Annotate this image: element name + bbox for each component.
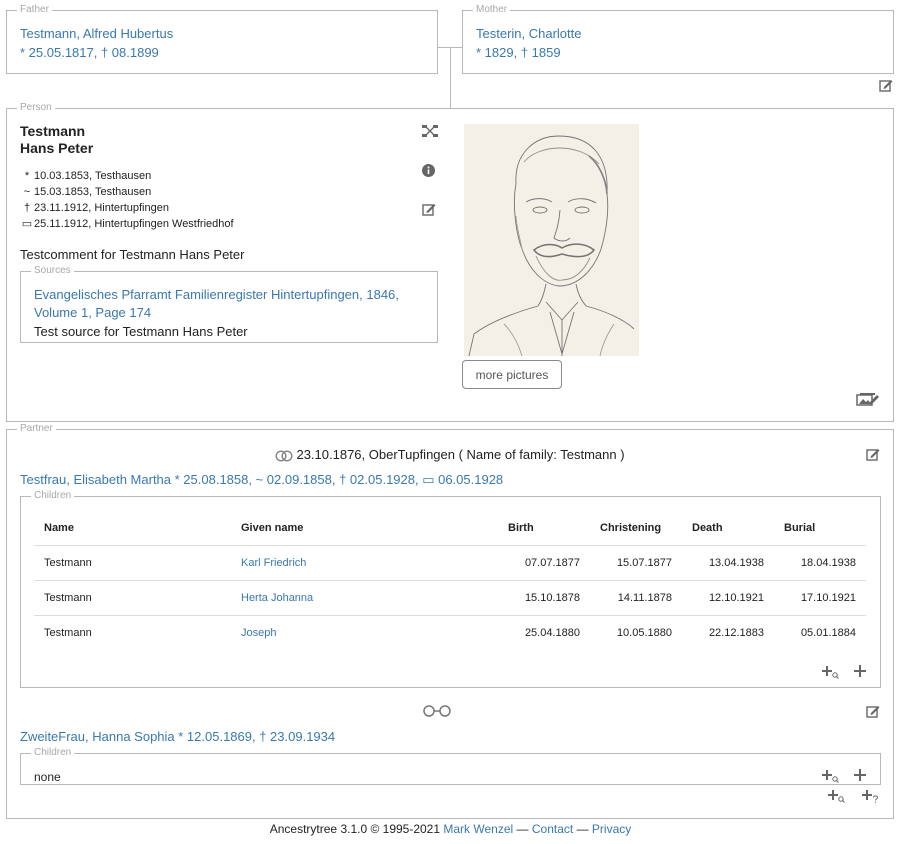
child-birth: 15.10.1878 — [498, 580, 590, 616]
father-panel: Father Testmann, Alfred Hubertus * 25.05… — [6, 4, 438, 74]
add-child-icon[interactable] — [854, 665, 866, 677]
event-birth: * 10.03.1853, Testhausen — [20, 168, 234, 184]
tree-icon[interactable] — [422, 125, 438, 137]
footer-separator: — — [576, 822, 589, 836]
child-given-link[interactable]: Herta Johanna — [241, 592, 313, 604]
father-legend: Father — [17, 4, 52, 16]
col-birth: Birth — [498, 511, 590, 546]
pictures-edit-icon[interactable] — [856, 392, 880, 406]
child-name: Testmann — [34, 580, 231, 616]
child-christening: 14.11.1878 — [590, 580, 682, 616]
add-unknown-partner-icon[interactable] — [861, 789, 879, 803]
footer: Ancestrytree 3.1.0 © 1995-2021 Mark Wenz… — [0, 822, 901, 836]
table-row: Testmann Joseph 25.04.1880 10.05.1880 22… — [34, 616, 866, 651]
info-icon[interactable] — [422, 164, 435, 177]
person-portrait[interactable] — [464, 124, 639, 357]
child-birth: 07.07.1877 — [498, 545, 590, 581]
father-dates-link[interactable]: * 25.05.1817, † 08.1899 — [20, 45, 159, 60]
children-2-panel: Children none — [20, 747, 881, 785]
footer-copyright: Ancestrytree 3.1.0 © 1995-2021 — [269, 822, 441, 836]
table-row: Testmann Herta Johanna 15.10.1878 14.11.… — [34, 580, 866, 616]
sources-legend: Sources — [31, 265, 74, 277]
child-death: 22.12.1883 — [708, 627, 764, 639]
table-header-row: Name Given name Birth Christening Death … — [34, 511, 866, 546]
col-name: Name — [34, 511, 231, 546]
source-text: Test source for Testmann Hans Peter — [34, 324, 248, 339]
mother-dates-link[interactable]: * 1829, † 1859 — [476, 45, 561, 60]
person-panel: Person Testmann Hans Peter * 10.03.1853,… — [6, 102, 894, 422]
burial-text: 25.11.1912, Hintertupfingen Westfriedhof — [34, 218, 234, 230]
child-name: Testmann — [44, 627, 92, 639]
footer-privacy-link[interactable]: Privacy — [592, 822, 631, 836]
edit-parents-icon[interactable] — [879, 78, 893, 92]
child-given-link[interactable]: Karl Friedrich — [241, 557, 306, 569]
children-2-legend: Children — [31, 747, 75, 759]
col-given-name: Given name — [231, 511, 498, 546]
child-name: Testmann — [34, 545, 231, 581]
partner-panel: Partner 23.10.1876, OberTupfingen ( Name… — [6, 423, 894, 819]
child-christening: 15.07.1877 — [590, 545, 682, 581]
marriage-1-line: 23.10.1876, OberTupfingen ( Name of fami… — [7, 447, 893, 465]
children-1-panel: Children Name Given name Birth Christeni… — [20, 490, 881, 688]
more-pictures-button[interactable]: more pictures — [462, 360, 562, 389]
christening-text: 15.03.1853, Testhausen — [34, 186, 152, 198]
event-christening: ~ 15.03.1853, Testhausen — [20, 184, 234, 200]
table-row: Testmann Karl Friedrich 07.07.1877 15.07… — [34, 545, 866, 581]
edit-marriage-1-icon[interactable] — [866, 447, 880, 461]
col-death: Death — [682, 511, 774, 546]
child-birth: 25.04.1880 — [524, 627, 580, 639]
mother-name-link[interactable]: Testerin, Charlotte — [476, 26, 582, 41]
footer-separator: — — [516, 822, 529, 836]
child-death: 12.10.1921 — [682, 580, 774, 616]
col-christening: Christening — [590, 511, 682, 546]
child-burial: 18.04.1938 — [774, 545, 866, 581]
add-search-child-icon[interactable] — [821, 665, 839, 679]
partner-1-link[interactable]: Testfrau, Elisabeth Martha * 25.08.1858,… — [20, 472, 503, 488]
person-events: * 10.03.1853, Testhausen ~ 15.03.1853, T… — [20, 168, 234, 232]
person-surname: Testmann — [20, 123, 86, 139]
partner-2-link[interactable]: ZweiteFrau, Hanna Sophia * 12.05.1869, †… — [20, 729, 335, 744]
add-search-child-2-icon[interactable] — [821, 769, 839, 783]
birth-text: 10.03.1853, Testhausen — [34, 170, 152, 182]
partner-legend: Partner — [17, 423, 56, 435]
child-death: 13.04.1938 — [682, 545, 774, 581]
christening-symbol: ~ — [23, 186, 31, 198]
burial-symbol: ▭ — [21, 218, 33, 230]
sources-panel: Sources Evangelisches Pfarramt Familienr… — [20, 265, 438, 343]
footer-contact-link[interactable]: Contact — [532, 822, 573, 836]
person-legend: Person — [17, 102, 55, 114]
edit-marriage-2-icon[interactable] — [866, 704, 880, 718]
death-text: 23.11.1912, Hintertupfingen — [34, 202, 169, 214]
person-connector — [450, 47, 451, 108]
father-name-link[interactable]: Testmann, Alfred Hubertus — [20, 26, 173, 41]
event-burial: ▭ 25.11.1912, Hintertupfingen Westfriedh… — [20, 216, 234, 232]
mother-panel: Mother Testerin, Charlotte * 1829, † 185… — [462, 4, 894, 74]
child-christening: 10.05.1880 — [616, 627, 672, 639]
footer-author-link[interactable]: Mark Wenzel — [443, 822, 513, 836]
event-death: † 23.11.1912, Hintertupfingen — [20, 200, 234, 216]
edit-person-icon[interactable] — [422, 202, 436, 216]
person-comment: Testcomment for Testmann Hans Peter — [20, 247, 245, 262]
marriage-1-text: 23.10.1876, OberTupfingen ( Name of fami… — [296, 447, 625, 462]
child-given-link[interactable]: Joseph — [241, 627, 276, 639]
add-child-2-icon[interactable] — [854, 769, 866, 781]
source-link[interactable]: Evangelisches Pfarramt Familienregister … — [34, 286, 429, 322]
children-2-none: none — [34, 770, 61, 784]
mother-legend: Mother — [473, 4, 511, 16]
marriage-rings-icon — [275, 450, 294, 465]
children-1-legend: Children — [31, 490, 75, 502]
marriage-2-glasses-icon — [422, 705, 452, 717]
col-burial: Burial — [774, 511, 866, 546]
child-burial: 17.10.1921 — [774, 580, 866, 616]
birth-symbol: * — [24, 170, 30, 182]
child-burial: 05.01.1884 — [800, 627, 856, 639]
children-1-table: Name Given name Birth Christening Death … — [34, 511, 866, 650]
death-symbol: † — [23, 202, 31, 214]
add-search-partner-icon[interactable] — [827, 789, 845, 803]
person-given-name: Hans Peter — [20, 140, 94, 156]
